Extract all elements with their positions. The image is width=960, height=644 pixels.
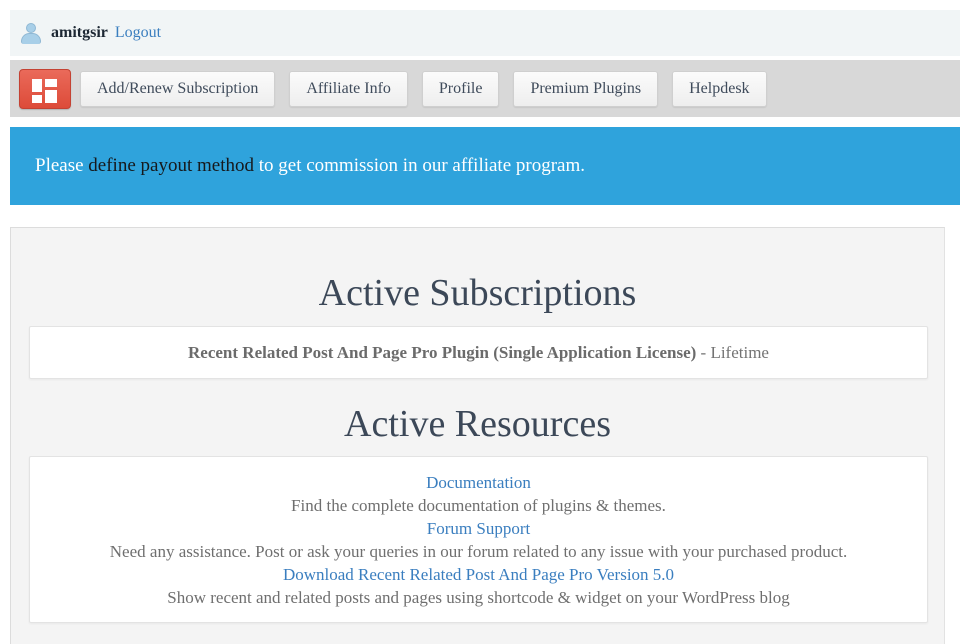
- subscription-item: Recent Related Post And Page Pro Plugin …: [188, 343, 769, 363]
- alert-suffix-text: to get commission in our affiliate progr…: [253, 155, 586, 176]
- subscription-card: Recent Related Post And Page Pro Plugin …: [29, 326, 928, 379]
- user-avatar-icon: [20, 22, 42, 44]
- subscription-term: - Lifetime: [696, 342, 769, 362]
- nav-tab-affiliate-info[interactable]: Affiliate Info: [289, 70, 408, 107]
- subscription-product-name: Recent Related Post And Page Pro Plugin …: [188, 342, 697, 362]
- page-root: amitgsir Logout Add/Renew Subscription A…: [0, 0, 960, 644]
- documentation-description: Find the complete documentation of plugi…: [291, 496, 666, 515]
- logo-square-top-left: [32, 78, 42, 92]
- user-bar: amitgsir Logout: [10, 10, 960, 56]
- avatar-head: [26, 23, 36, 33]
- active-subscriptions-heading: Active Subscriptions: [318, 272, 637, 314]
- nav-tab-premium-plugins[interactable]: Premium Plugins: [513, 70, 659, 107]
- logo-square-bottom-right: [45, 89, 57, 103]
- logout-link[interactable]: Logout: [115, 24, 161, 42]
- documentation-link[interactable]: Documentation: [30, 471, 927, 494]
- alert-message: Please define payout method to get commi…: [35, 155, 585, 177]
- download-pro-version-link[interactable]: Download Recent Related Post And Page Pr…: [30, 563, 927, 586]
- forum-support-description: Need any assistance. Post or ask your qu…: [109, 542, 848, 561]
- main-content-panel: Active Subscriptions Recent Related Post…: [10, 227, 945, 644]
- resources-card: Documentation Find the complete document…: [29, 456, 928, 623]
- username-label: amitgsir: [51, 24, 108, 41]
- avatar-body: [21, 33, 41, 44]
- nav-tab-profile[interactable]: Profile: [421, 70, 500, 107]
- forum-support-link[interactable]: Forum Support: [30, 517, 927, 540]
- alert-prefix-text: Please: [35, 155, 89, 176]
- logo-square-bottom-left: [32, 94, 42, 103]
- define-payout-method-link[interactable]: define payout method: [88, 155, 254, 176]
- main-navigation-bar: Add/Renew Subscription Affiliate Info Pr…: [10, 60, 960, 117]
- active-resources-heading: Active Resources: [344, 403, 611, 445]
- payout-alert-banner: Please define payout method to get commi…: [10, 127, 960, 205]
- nav-tab-helpdesk[interactable]: Helpdesk: [672, 70, 767, 107]
- download-pro-version-description: Show recent and related posts and pages …: [167, 588, 790, 607]
- logo-square-top-right: [45, 78, 57, 87]
- nav-tab-add-renew-subscription[interactable]: Add/Renew Subscription: [80, 70, 276, 107]
- grid-logo-icon[interactable]: [19, 68, 71, 109]
